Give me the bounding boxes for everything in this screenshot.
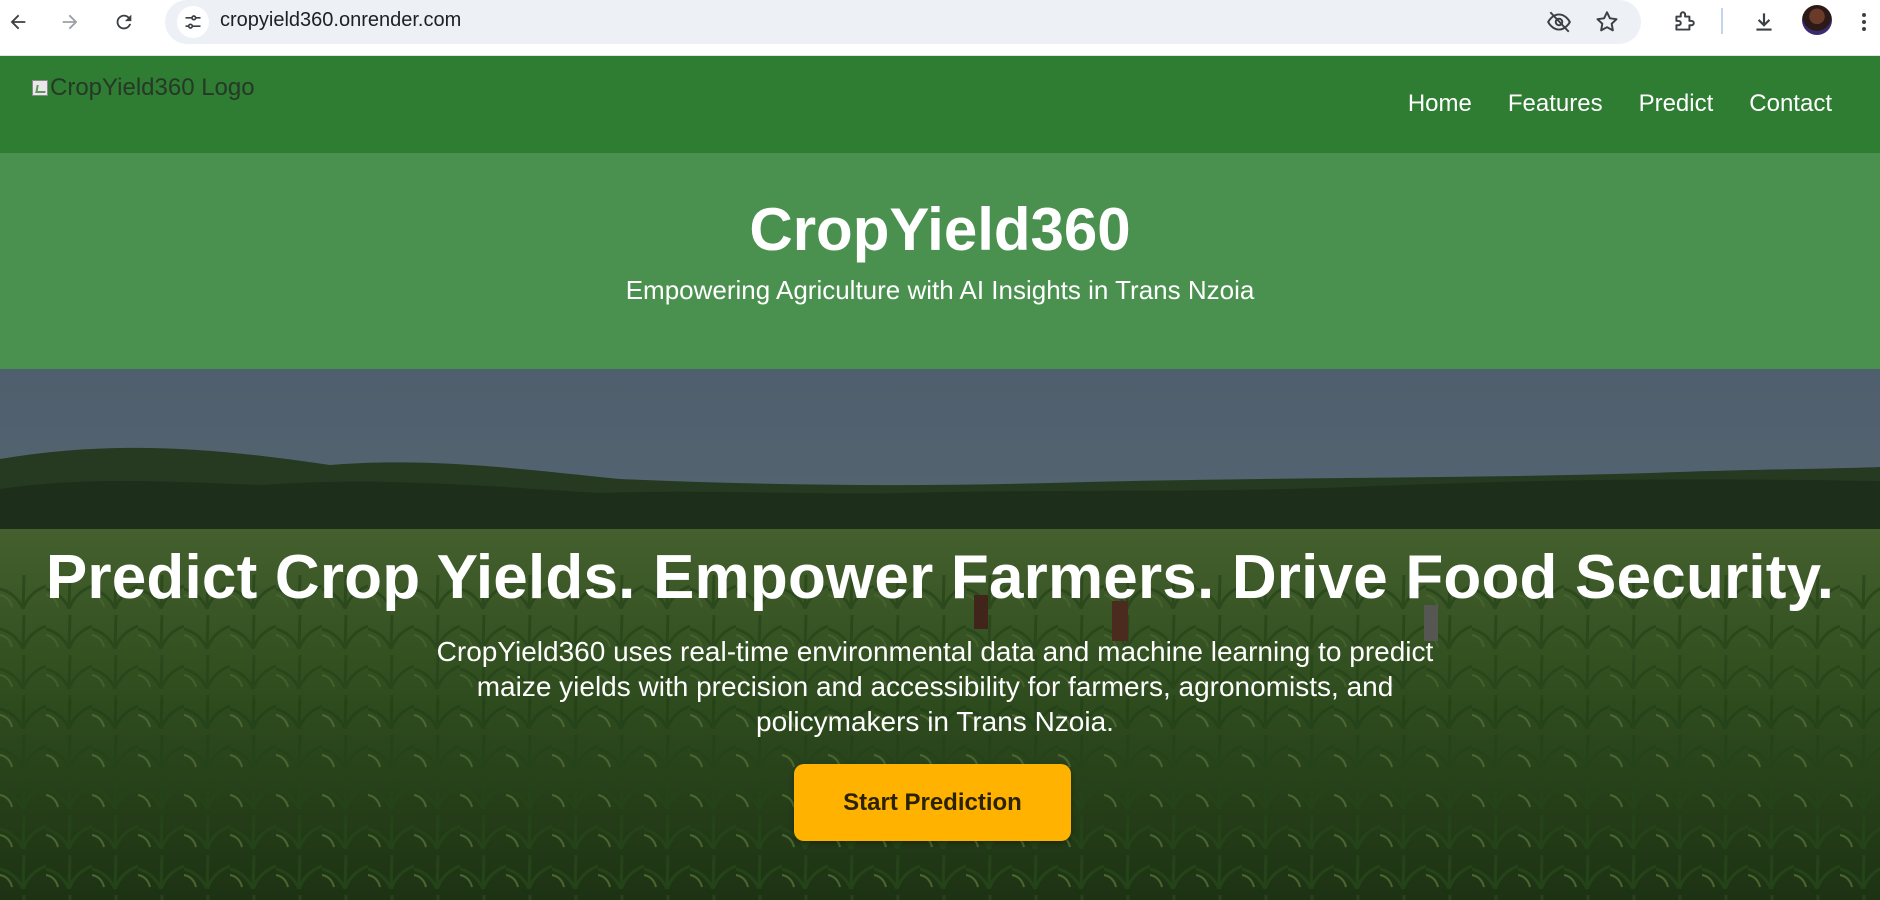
extensions-puzzle-icon[interactable] [1668, 6, 1700, 38]
main-navigation: Home Features Predict Contact [1408, 90, 1832, 118]
url-text[interactable]: cropyield360.onrender.com [220, 9, 461, 32]
nav-home-link[interactable]: Home [1408, 90, 1472, 118]
kebab-menu-icon[interactable] [1848, 6, 1880, 38]
hero-heading: Predict Crop Yields. Empower Farmers. Dr… [45, 543, 1835, 612]
nav-features-link[interactable]: Features [1508, 90, 1603, 118]
bookmark-star-icon[interactable] [1593, 8, 1621, 36]
address-bar[interactable]: cropyield360.onrender.com [165, 0, 1641, 44]
site-info-icon[interactable] [177, 6, 209, 38]
title-banner: CropYield360 Empowering Agriculture with… [0, 153, 1880, 369]
site-title: CropYield360 [749, 196, 1131, 263]
downloads-icon[interactable] [1748, 6, 1780, 38]
nav-contact-link[interactable]: Contact [1749, 90, 1832, 118]
site-tagline: Empowering Agriculture with AI Insights … [625, 275, 1255, 305]
browser-toolbar: cropyield360.onrender.com [0, 0, 1880, 56]
reload-icon[interactable] [108, 6, 140, 38]
hero-section: Predict Crop Yields. Empower Farmers. Dr… [0, 369, 1880, 900]
toolbar-divider [1721, 8, 1723, 34]
broken-image-icon [32, 80, 48, 96]
nav-predict-link[interactable]: Predict [1639, 90, 1714, 118]
logo-alt-text: CropYield360 Logo [50, 74, 255, 101]
back-arrow-icon[interactable] [2, 6, 34, 38]
site-header: CropYield360 Logo Home Features Predict … [0, 56, 1880, 153]
start-prediction-button[interactable]: Start Prediction [794, 764, 1071, 841]
profile-avatar[interactable] [1802, 5, 1832, 35]
site-logo[interactable]: CropYield360 Logo [32, 74, 255, 102]
hero-description: CropYield360 uses real-time environmenta… [436, 636, 1434, 737]
eye-off-icon[interactable] [1545, 8, 1573, 36]
forward-arrow-icon[interactable] [54, 6, 86, 38]
